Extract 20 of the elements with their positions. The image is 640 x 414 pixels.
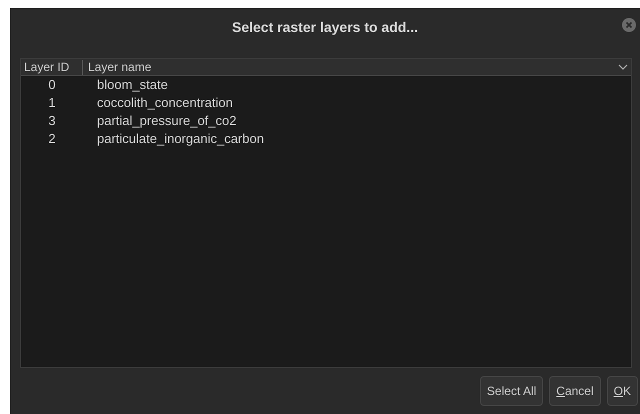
table-cell-text: particulate_inorganic_carbon	[96, 130, 264, 148]
table-cell-text: 3	[47, 112, 57, 130]
table-row[interactable]: 2 particulate_inorganic_carbon	[21, 130, 631, 148]
close-icon[interactable]	[622, 18, 636, 32]
table-row[interactable]: 0 bloom_state	[21, 76, 631, 94]
table-cell-text: 0	[47, 76, 57, 94]
dialog-button[interactable]: Cancel	[549, 376, 601, 406]
table-row[interactable]: 3 partial_pressure_of_co2	[21, 112, 631, 130]
table-cell-text: 1	[47, 94, 57, 112]
table-cell-text: coccolith_concentration	[96, 94, 233, 112]
column-header[interactable]: Layer ID	[21, 60, 83, 74]
table-cell-text: bloom_state	[96, 76, 168, 94]
column-header[interactable]: Layer name	[83, 60, 618, 74]
table-cell-text: 2	[47, 130, 57, 148]
dialog-button[interactable]: OK	[606, 376, 638, 406]
table-cell-text: partial_pressure_of_co2	[96, 112, 236, 130]
dropdown-icon[interactable]	[618, 63, 628, 71]
table-row[interactable]: 1 coccolith_concentration	[21, 94, 631, 112]
dialog-button[interactable]: Select All	[480, 376, 544, 406]
window-title: Select raster layers to add...	[232, 18, 418, 37]
